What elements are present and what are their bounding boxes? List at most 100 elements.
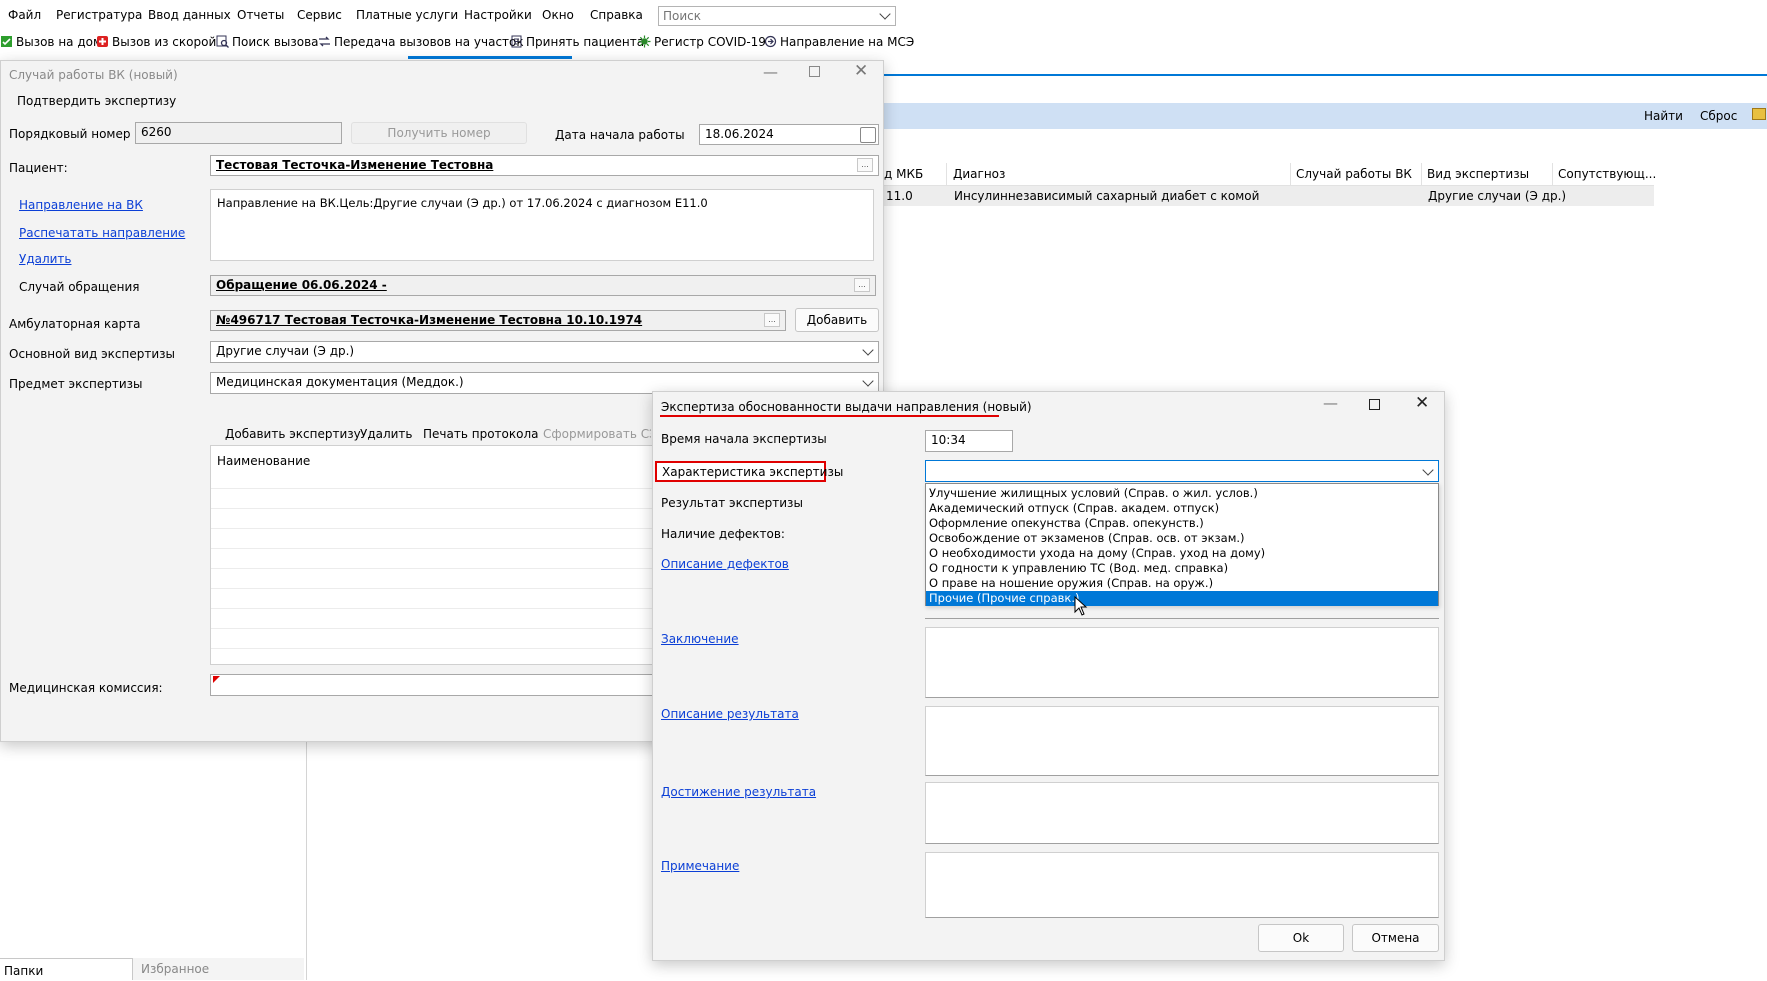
- col-header-vk-case[interactable]: Случай работы ВК: [1296, 167, 1412, 181]
- expertise-dialog: Экспертиза обоснованности выдачи направл…: [652, 391, 1445, 961]
- cancel-button[interactable]: Отмена: [1352, 924, 1439, 952]
- commission-field[interactable]: [210, 674, 680, 696]
- col-divider: [1290, 163, 1291, 185]
- patient-field[interactable]: Тестовая Тесточка-Изменение Тестовна: [210, 155, 879, 176]
- menu-help[interactable]: Справка: [590, 8, 643, 22]
- menu-registry[interactable]: Регистратура: [56, 8, 142, 22]
- col-header-concomitant[interactable]: Сопутствующ...: [1558, 167, 1656, 181]
- start-date-field[interactable]: 18.06.2024: [699, 124, 879, 145]
- tab-favorites[interactable]: Избранное: [132, 958, 304, 980]
- conclusion-area[interactable]: [925, 627, 1439, 698]
- mse-icon: [764, 35, 777, 48]
- print-protocol-button[interactable]: Печать протокола: [423, 427, 538, 441]
- result-description-link[interactable]: Описание результата: [661, 707, 799, 721]
- folder-icon[interactable]: [1752, 108, 1766, 120]
- find-button[interactable]: Найти: [1644, 109, 1683, 123]
- chevron-down-icon[interactable]: [879, 8, 891, 20]
- print-direction-link[interactable]: Распечатать направление: [19, 226, 185, 240]
- note-area[interactable]: [925, 852, 1439, 918]
- grid-line: [211, 528, 679, 529]
- ambulance-icon: [97, 36, 108, 47]
- calendar-icon[interactable]: [860, 127, 876, 143]
- option-home-care[interactable]: О необходимости ухода на дому (Справ. ух…: [926, 546, 1438, 561]
- toolbar-mse-direction[interactable]: Направление на МСЭ: [764, 35, 914, 49]
- option-guardianship[interactable]: Оформление опекунства (Справ. опекунств.…: [926, 516, 1438, 531]
- delete-direction-link[interactable]: Удалить: [19, 252, 72, 266]
- direction-vk-link[interactable]: Направление на ВК: [19, 198, 143, 212]
- reset-button[interactable]: Сброс: [1700, 109, 1737, 123]
- case-field[interactable]: Обращение 06.06.2024 -: [210, 275, 876, 296]
- menu-file[interactable]: Файл: [8, 8, 41, 22]
- grid-line: [211, 588, 679, 589]
- main-type-label: Основной вид экспертизы: [9, 347, 176, 361]
- start-time-field[interactable]: 10:34: [925, 430, 1013, 452]
- col-header-expertise-type[interactable]: Вид экспертизы: [1427, 167, 1529, 181]
- option-exam-exemption[interactable]: Освобождение от экзаменов (Справ. осв. о…: [926, 531, 1438, 546]
- menu-paid-services[interactable]: Платные услуги: [356, 8, 458, 22]
- get-number-button[interactable]: Получить номер: [351, 122, 527, 144]
- option-housing[interactable]: Улучшение жилищных условий (Справ. о жил…: [926, 486, 1438, 501]
- conclusion-link[interactable]: Заключение: [661, 632, 739, 646]
- direction-text-area[interactable]: Направление на ВК.Цель:Другие случаи (Э …: [210, 189, 874, 261]
- menu-reports[interactable]: Отчеты: [237, 8, 284, 22]
- delete-expertise-button[interactable]: Удалить: [360, 427, 413, 441]
- maximize-icon[interactable]: [1369, 399, 1380, 410]
- patient-label: Пациент:: [9, 161, 68, 175]
- toolbar-transfer-calls[interactable]: Передача вызовов на участок: [318, 35, 524, 49]
- start-date-label: Дата начала работы: [555, 128, 685, 142]
- characteristic-label: Характеристика экспертизы: [662, 465, 844, 479]
- achievement-link[interactable]: Достижение результата: [661, 785, 816, 799]
- search-box[interactable]: [658, 6, 896, 26]
- col-header-mkb[interactable]: д МКБ: [884, 167, 923, 181]
- option-other[interactable]: Прочие (Прочие справк.): [926, 591, 1438, 606]
- result-description-area[interactable]: [925, 706, 1439, 776]
- option-driving-fitness[interactable]: О годности к управлению ТС (Вод. мед. сп…: [926, 561, 1438, 576]
- card-select-icon[interactable]: ...: [764, 313, 780, 327]
- characteristic-select[interactable]: [925, 460, 1439, 482]
- chevron-down-icon[interactable]: [862, 344, 874, 356]
- toolbar-covid-register[interactable]: Регистр COVID-19: [638, 35, 766, 49]
- grid-line: [211, 488, 679, 489]
- add-card-button[interactable]: Добавить: [795, 308, 879, 332]
- defects-description-link[interactable]: Описание дефектов: [661, 557, 789, 571]
- close-icon[interactable]: ✕: [1415, 393, 1429, 413]
- chevron-down-icon[interactable]: [1422, 464, 1434, 476]
- direction-text: Направление на ВК.Цель:Другие случаи (Э …: [217, 196, 708, 210]
- close-icon[interactable]: ✕: [854, 61, 868, 81]
- card-field[interactable]: №496717 Тестовая Тесточка-Изменение Тест…: [210, 310, 786, 331]
- menu-data-entry[interactable]: Ввод данных: [148, 8, 231, 22]
- ok-button[interactable]: Ok: [1258, 924, 1344, 952]
- note-link[interactable]: Примечание: [661, 859, 739, 873]
- toolbar-ambulance-call[interactable]: Вызов из скорой: [96, 35, 216, 49]
- maximize-icon[interactable]: [809, 66, 820, 77]
- expertise-grid[interactable]: Наименование: [210, 445, 680, 665]
- main-type-select[interactable]: Другие случаи (Э др.): [210, 341, 879, 363]
- row-expertise: Другие случаи (Э др.): [1428, 189, 1567, 203]
- minimize-icon[interactable]: —: [1323, 394, 1338, 412]
- minimize-icon[interactable]: —: [763, 63, 778, 81]
- menu-window[interactable]: Окно: [542, 8, 574, 22]
- form-semd-button[interactable]: Сформировать СЭМД: [543, 427, 651, 441]
- toolbar-accept-patient[interactable]: Принять пациента: [510, 35, 644, 49]
- option-academic-leave[interactable]: Академический отпуск (Справ. академ. отп…: [926, 501, 1438, 516]
- search-input[interactable]: [659, 7, 867, 25]
- accept-patient-icon: [511, 35, 522, 48]
- tab-folders[interactable]: Папки: [4, 964, 43, 978]
- chevron-down-icon[interactable]: [862, 375, 874, 387]
- grid-line: [211, 508, 679, 509]
- toolbar-search-call[interactable]: Поиск вызова: [216, 35, 319, 49]
- col-header-diagnosis[interactable]: Диагноз: [953, 167, 1005, 181]
- case-select-icon[interactable]: ...: [854, 278, 870, 292]
- toolbar-house-call[interactable]: Вызов на дом: [0, 35, 102, 49]
- confirm-expertise-button[interactable]: Подтвердить экспертизу: [17, 94, 176, 108]
- order-number-field[interactable]: 6260: [135, 122, 342, 144]
- option-weapon-permit[interactable]: О праве на ношение оружия (Справ. на ору…: [926, 576, 1438, 591]
- covid-icon: [638, 35, 651, 48]
- patient-select-icon[interactable]: ...: [857, 158, 873, 172]
- grid-line: [211, 608, 679, 609]
- achievement-area[interactable]: [925, 782, 1439, 844]
- case-label: Случай обращения: [19, 280, 140, 294]
- menu-settings[interactable]: Настройки: [464, 8, 532, 22]
- add-expertise-button[interactable]: Добавить экспертизу: [225, 427, 361, 441]
- menu-service[interactable]: Сервис: [297, 8, 342, 22]
